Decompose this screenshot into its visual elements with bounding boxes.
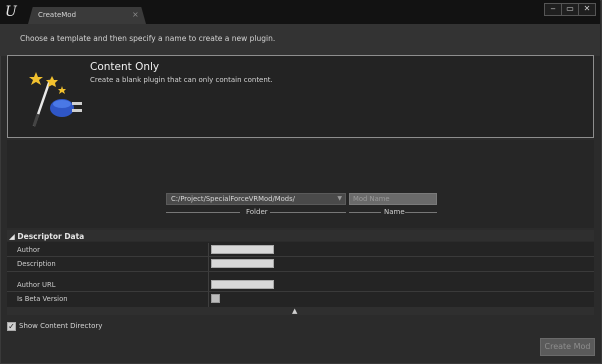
tab-createmod[interactable]: CreateMod ×	[28, 7, 146, 24]
folder-label: Folder	[246, 208, 268, 216]
folder-label-divider-right	[270, 212, 346, 213]
tab-label: CreateMod	[38, 11, 77, 19]
is-beta-version-checkbox[interactable]	[211, 294, 220, 303]
author-label: Author	[17, 246, 40, 254]
minimize-button[interactable]: ‒	[544, 3, 562, 16]
folder-path-combo[interactable]: C:/Project/SpecialForceVRMod/Mods/ ▼	[166, 193, 346, 205]
author-url-input[interactable]	[211, 280, 274, 289]
mod-name-input[interactable]: Mod Name	[349, 193, 437, 205]
create-mod-button[interactable]: Create Mod	[540, 338, 595, 356]
collapse-triangle-icon: ◢	[9, 232, 15, 241]
descriptor-data-title[interactable]: ◢ Descriptor Data	[9, 232, 84, 241]
name-label-divider-right	[405, 212, 437, 213]
folder-path-value: C:/Project/SpecialForceVRMod/Mods/	[171, 195, 295, 203]
collapse-up-icon[interactable]: ▲	[292, 307, 297, 315]
maximize-button[interactable]: ▭	[561, 3, 579, 16]
unreal-logo-icon: U	[5, 4, 18, 19]
chevron-down-icon: ▼	[337, 195, 342, 202]
template-description: Create a blank plugin that can only cont…	[90, 76, 273, 84]
show-content-directory-label: Show Content Directory	[19, 322, 103, 330]
template-card-content-only[interactable]: Content Only Create a blank plugin that …	[7, 55, 594, 138]
title-bar: U CreateMod × ‒ ▭ ✕	[0, 0, 600, 24]
description-label: Description	[17, 260, 56, 268]
name-label: Name	[384, 208, 405, 216]
row-divider	[7, 291, 594, 292]
is-beta-version-label: Is Beta Version	[17, 295, 68, 303]
mod-name-placeholder: Mod Name	[353, 195, 390, 203]
descriptor-data-label: Descriptor Data	[17, 232, 85, 241]
show-content-directory-checkbox[interactable]: ✓	[7, 322, 16, 331]
template-title: Content Only	[90, 61, 160, 73]
descriptor-data-header[interactable]	[7, 230, 594, 241]
name-label-divider-left	[349, 212, 381, 213]
tab-close-icon[interactable]: ×	[132, 10, 139, 19]
property-column-divider[interactable]	[208, 243, 209, 307]
svg-text:U: U	[5, 4, 18, 19]
close-window-button[interactable]: ✕	[578, 3, 596, 16]
magic-wand-stars-icon	[29, 72, 82, 127]
row-divider	[7, 271, 594, 272]
description-input[interactable]	[211, 259, 274, 268]
folder-label-divider-left	[166, 212, 240, 213]
descriptor-properties	[7, 242, 594, 307]
properties-splitter[interactable]	[7, 307, 594, 315]
author-url-label: Author URL	[17, 281, 56, 289]
author-input[interactable]	[211, 245, 274, 254]
template-list-area	[7, 140, 594, 228]
row-divider	[7, 256, 594, 257]
instructions-text: Choose a template and then specify a nam…	[20, 34, 276, 43]
